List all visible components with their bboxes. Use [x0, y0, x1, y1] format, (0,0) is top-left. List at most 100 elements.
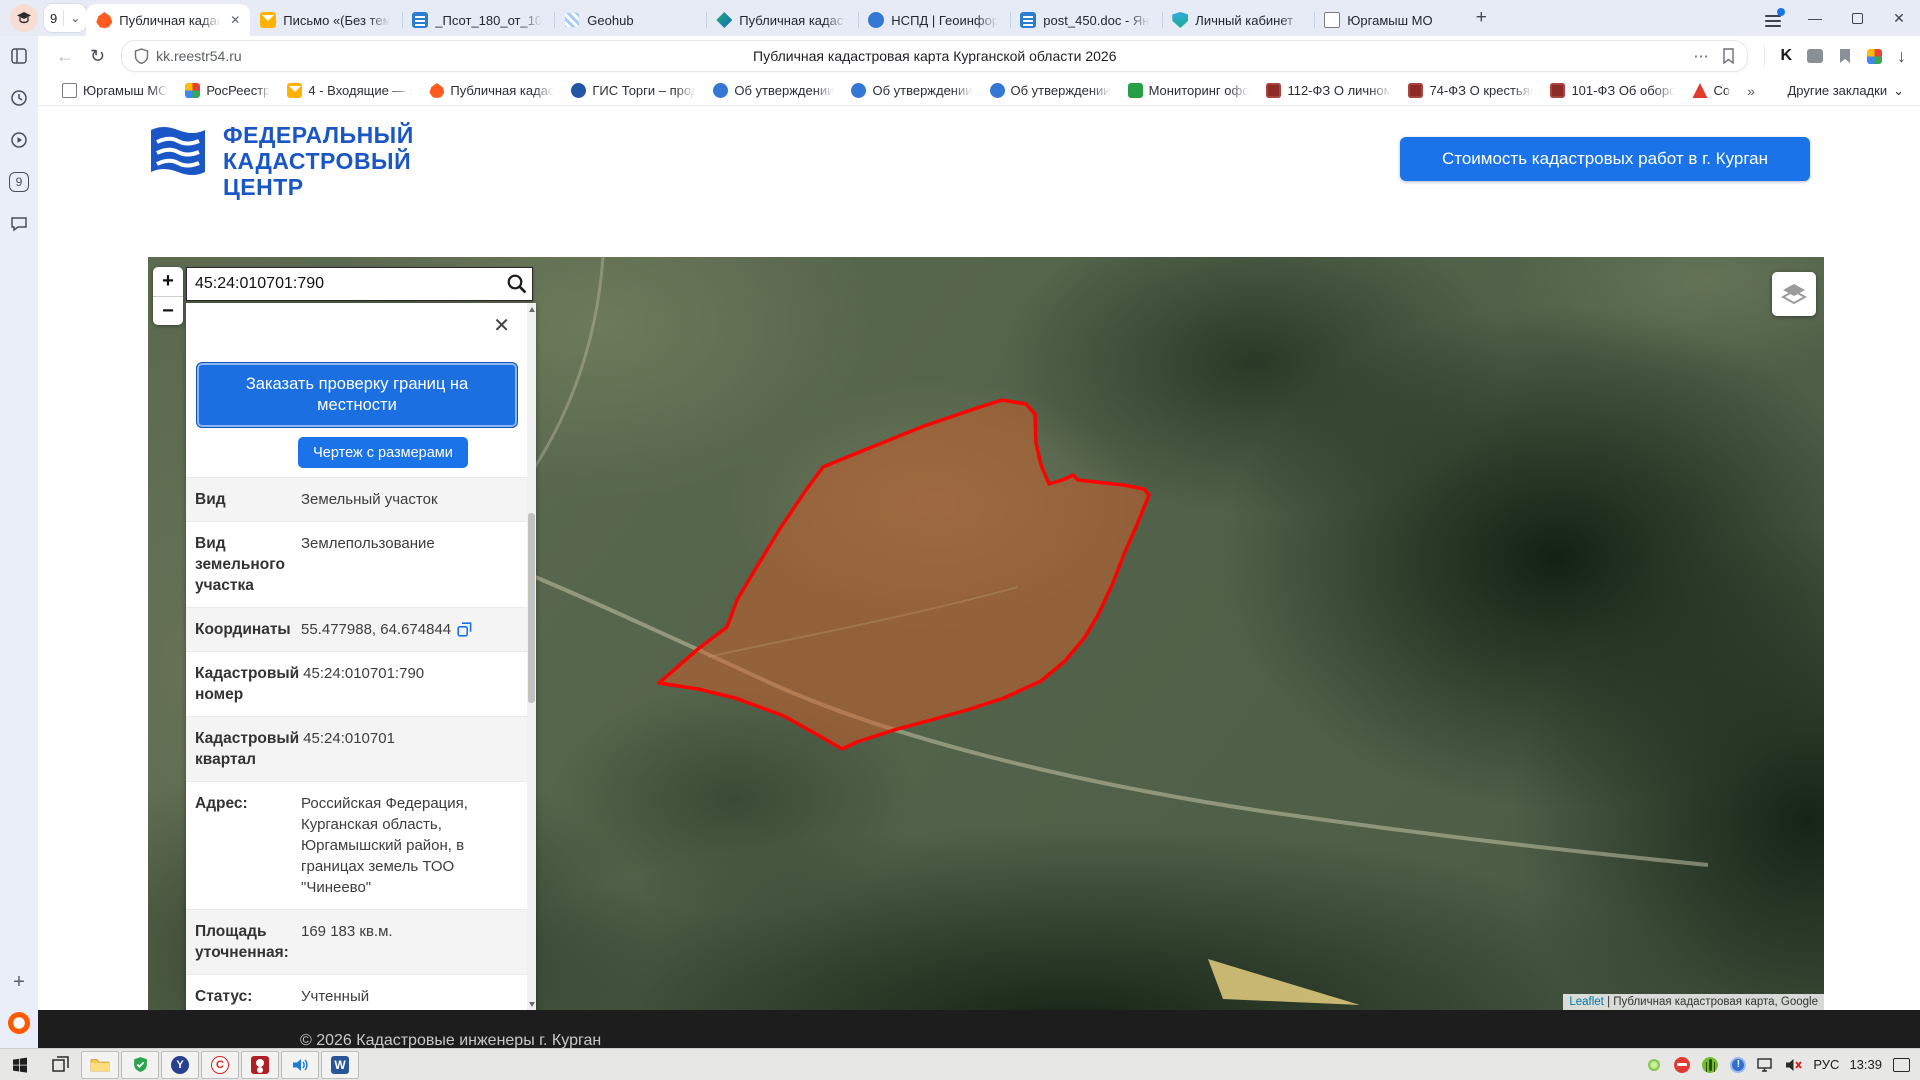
scroll-up-arrow[interactable]: [527, 303, 536, 315]
zoom-in-button[interactable]: +: [153, 267, 183, 296]
monitoring-favicon: [1127, 83, 1143, 98]
bookmark-rosreestr[interactable]: РосРеестр: [185, 83, 270, 98]
tab-account[interactable]: Личный кабинет: [1162, 4, 1314, 36]
bookmark-cadastre[interactable]: Публичная кадас: [429, 83, 554, 98]
tab-nspd[interactable]: НСПД | Геоинформа: [858, 4, 1010, 36]
screen: 9 ⌄ Публичная кадаст ✕ Письмо «(Без темы…: [0, 0, 1920, 1080]
toolbar-extensions: K ↓: [1764, 46, 1906, 67]
bookmark-co[interactable]: Со: [1692, 83, 1730, 98]
tab-cadastre-active[interactable]: Публичная кадаст ✕: [86, 4, 251, 36]
back-button[interactable]: ←: [56, 46, 74, 67]
layers-control[interactable]: [1772, 272, 1816, 316]
coordinates-link-icon[interactable]: [457, 622, 472, 637]
search-button[interactable]: [502, 273, 532, 295]
drweb-icon[interactable]: [1701, 1056, 1719, 1074]
alice-assistant-icon[interactable]: [8, 1012, 30, 1034]
task-view-icon: [51, 1056, 69, 1072]
network-icon[interactable]: [1757, 1056, 1775, 1074]
search-input[interactable]: [187, 275, 502, 293]
leaflet-link[interactable]: Leaflet: [1569, 996, 1604, 1008]
panel-scrollbar[interactable]: [527, 303, 536, 1010]
tab-post450[interactable]: post_450.doc - Яндек: [1010, 4, 1162, 36]
address-bar-actions: ⋯: [1693, 47, 1735, 65]
site-security-shield-icon[interactable]: [134, 48, 149, 64]
bookmark-law-74[interactable]: 74-ФЗ О крестьян: [1408, 83, 1533, 98]
zoom-out-button[interactable]: −: [153, 296, 183, 325]
new-tab-button[interactable]: +: [1466, 3, 1496, 33]
parcel-polygon[interactable]: [657, 398, 1151, 751]
tab-geohub[interactable]: Geohub: [554, 4, 706, 36]
collections-icon[interactable]: [1838, 48, 1852, 64]
yandex-browser-app-button[interactable]: Y: [161, 1050, 199, 1079]
action-center-button[interactable]: [1892, 1056, 1910, 1074]
bookmark-flag-icon[interactable]: [1722, 48, 1735, 64]
time-sync-icon[interactable]: !: [1729, 1056, 1747, 1074]
bookmark-monitoring[interactable]: Мониторинг офо: [1127, 83, 1249, 98]
row-value: Земельный участок: [301, 491, 438, 508]
maximize-button[interactable]: [1836, 0, 1878, 36]
antivirus-app-button[interactable]: [121, 1050, 159, 1079]
file-explorer-button[interactable]: [81, 1050, 119, 1079]
extension-color-icon[interactable]: [1867, 48, 1882, 64]
bookmark-decree-3[interactable]: Об утверждении: [989, 83, 1111, 98]
sidebar-add-icon[interactable]: +: [13, 971, 25, 994]
consultant-app-button[interactable]: C: [201, 1050, 239, 1079]
tab-yurgamysh[interactable]: Юргамыш МО: [1314, 4, 1466, 36]
clock[interactable]: 13:39: [1849, 1057, 1882, 1072]
red-app-button[interactable]: [241, 1050, 279, 1079]
word-app-button[interactable]: W: [321, 1050, 359, 1079]
bookmark-inbox[interactable]: 4 - Входящие — Я: [287, 83, 412, 98]
scroll-down-arrow[interactable]: [527, 998, 536, 1010]
bookmark-yurgamysh[interactable]: Юргамыш МО: [62, 83, 168, 98]
minimize-button[interactable]: —: [1794, 0, 1836, 36]
tab-title: Публичная кадаст: [119, 12, 224, 28]
cost-of-works-button[interactable]: Стоимость кадастровых работ в г. Курган: [1400, 137, 1810, 181]
extension-icon[interactable]: [1807, 49, 1823, 63]
browser-menu-button[interactable]: [1752, 0, 1794, 36]
tab-mail[interactable]: Письмо «(Без темы)»: [250, 4, 402, 36]
shield-favicon: [1172, 12, 1189, 28]
profile-avatar[interactable]: [10, 4, 38, 32]
volume-muted-icon[interactable]: [1785, 1056, 1803, 1074]
messenger-icon[interactable]: [9, 214, 29, 234]
bookmark-law-101[interactable]: 101-ФЗ Об оборо: [1550, 83, 1675, 98]
close-window-button[interactable]: ✕: [1878, 0, 1920, 36]
tab-doc[interactable]: _Псот_180_от_10.04.2: [402, 4, 554, 36]
consultant-icon: C: [211, 1055, 229, 1074]
video-play-icon[interactable]: [9, 130, 29, 150]
panel-close-icon[interactable]: ✕: [493, 313, 510, 338]
table-row: Адрес: Российская Федерация, Курганская …: [186, 781, 527, 909]
browser-sidebar: 9 +: [0, 36, 38, 1048]
other-bookmarks-button[interactable]: Другие закладки ⌄: [1787, 83, 1904, 99]
tray-status-icon[interactable]: [1645, 1056, 1663, 1074]
bookmarks-overflow-icon[interactable]: »: [1747, 83, 1755, 99]
row-label: Площадь уточненная:: [195, 923, 289, 961]
bookmark-law-112[interactable]: 112-ФЗ О личном: [1266, 83, 1391, 98]
site-logo[interactable]: ФЕДЕРАЛЬНЫЙ КАДАСТРОВЫЙ ЦЕНТР: [147, 122, 414, 200]
flame-favicon: [96, 12, 113, 28]
bookmark-decree-1[interactable]: Об утверждении: [713, 83, 834, 98]
address-bar[interactable]: kk.reestr54.ru Публичная кадастровая кар…: [121, 40, 1749, 72]
tab-cadastre-2[interactable]: Публичная кадастро: [706, 4, 858, 36]
scrollbar-thumb[interactable]: [528, 513, 535, 703]
drawing-with-dimensions-button[interactable]: Чертеж с размерами: [298, 437, 468, 468]
map-canvas[interactable]: + − ✕ Зак: [148, 257, 1824, 1010]
bookmark-gis-torgi[interactable]: ГИС Торги – прод: [571, 83, 696, 98]
recording-blocked-icon[interactable]: [1673, 1056, 1691, 1074]
task-view-button[interactable]: [40, 1049, 80, 1080]
audio-app-button[interactable]: [281, 1050, 319, 1079]
sidebar-panel-icon[interactable]: [9, 46, 29, 66]
reload-button[interactable]: ↻: [90, 46, 105, 67]
downloads-button[interactable]: ↓: [1897, 46, 1906, 67]
bookmark-decree-2[interactable]: Об утверждении: [851, 83, 973, 98]
doc-favicon: [1020, 12, 1037, 28]
start-button[interactable]: [0, 1049, 40, 1080]
services-badge[interactable]: 9: [9, 172, 29, 192]
history-icon[interactable]: [9, 88, 29, 108]
tab-close-icon[interactable]: ✕: [230, 13, 240, 27]
tab-counter[interactable]: 9 ⌄: [44, 4, 87, 32]
language-indicator[interactable]: РУС: [1813, 1057, 1839, 1072]
kaspersky-extension-icon[interactable]: K: [1780, 47, 1792, 65]
order-border-check-button[interactable]: Заказать проверку границ на местности: [196, 362, 518, 428]
more-actions-icon[interactable]: ⋯: [1693, 47, 1708, 65]
